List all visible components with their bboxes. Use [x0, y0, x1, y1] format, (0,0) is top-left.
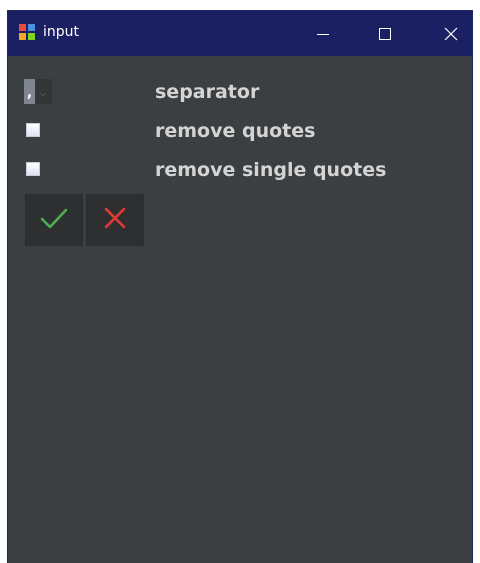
cross-icon	[102, 205, 128, 235]
separator-label: separator	[155, 81, 260, 103]
maximize-button[interactable]	[362, 11, 408, 56]
cancel-button[interactable]	[86, 194, 144, 246]
close-icon	[444, 27, 458, 41]
remove-quotes-checkbox[interactable]	[26, 123, 40, 137]
chevron-down-icon[interactable]	[37, 85, 49, 97]
checkmark-icon	[39, 205, 69, 235]
minimize-icon	[317, 28, 329, 40]
close-button[interactable]	[428, 11, 472, 56]
app-grid-icon	[19, 24, 35, 40]
dialog-window: input , separator remove quotes remove s…	[7, 10, 473, 563]
separator-value[interactable]: ,	[24, 79, 35, 104]
maximize-icon	[379, 27, 391, 40]
dialog-content: , separator remove quotes remove single …	[8, 56, 472, 563]
title-bar[interactable]: input	[8, 11, 472, 56]
remove-single-quotes-label[interactable]: remove single quotes	[155, 159, 386, 181]
remove-quotes-label[interactable]: remove quotes	[155, 120, 315, 142]
separator-combobox[interactable]: ,	[24, 79, 52, 104]
confirm-button[interactable]	[25, 194, 83, 246]
remove-single-quotes-checkbox[interactable]	[26, 162, 40, 176]
window-title: input	[43, 24, 80, 40]
minimize-button[interactable]	[300, 11, 346, 56]
